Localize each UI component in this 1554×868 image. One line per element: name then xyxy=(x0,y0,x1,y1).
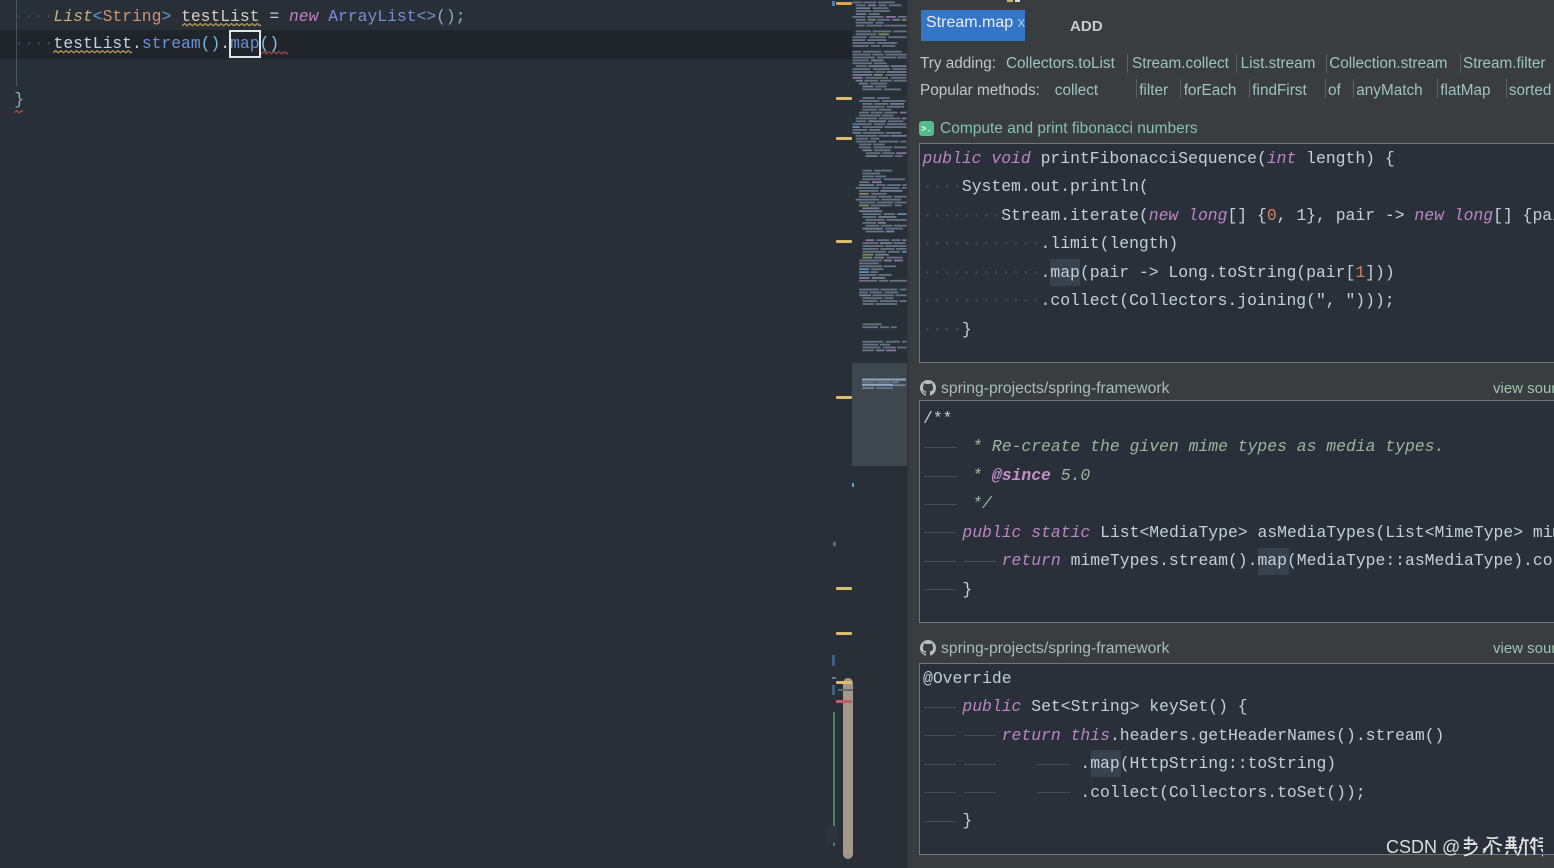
svg-text:>.: >. xyxy=(921,124,932,134)
